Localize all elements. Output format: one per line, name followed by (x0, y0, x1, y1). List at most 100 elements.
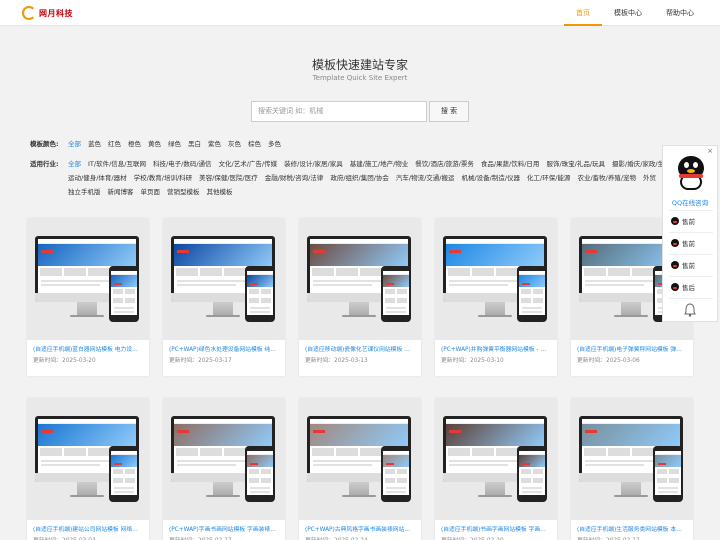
template-preview-image[interactable] (299, 398, 421, 520)
template-card[interactable]: (自适应手机端)建站公司网站模板 网络科技更新时间：2025-03-03 (27, 398, 149, 540)
industry-filter-option[interactable]: 科技/电子/数码/通信 (153, 157, 212, 171)
logo-swirl-icon (22, 6, 36, 20)
industry-filter-option[interactable]: 文化/艺术/广告/传媒 (219, 157, 278, 171)
template-card[interactable]: (自适应手机端)蓝白器网站模板 电力设备网站源码 更新时间：2025-03-20 (27, 218, 149, 376)
color-filter-option[interactable]: 黑白 (188, 137, 201, 151)
nav-help[interactable]: 帮助中心 (654, 0, 706, 26)
industry-filter-option[interactable]: 营销型模板 (167, 185, 200, 199)
mobile-mockup (245, 266, 275, 322)
template-preview-image[interactable] (571, 398, 693, 520)
color-filter-option[interactable]: 棕色 (248, 137, 261, 151)
color-filter-option[interactable]: 黄色 (148, 137, 161, 151)
qq-penguin-icon[interactable] (675, 156, 707, 192)
template-preview-image[interactable] (163, 218, 285, 340)
color-filter-option[interactable]: 灰色 (228, 137, 241, 151)
template-date: 更新时间：2025-03-10 (441, 358, 504, 364)
color-filter-option[interactable]: 红色 (108, 137, 121, 151)
color-filter-option[interactable]: 橙色 (128, 137, 141, 151)
industry-filter-option[interactable]: 政府/组织/集团/协会 (330, 171, 389, 185)
template-date: 更新时间：2025-03-03 (27, 535, 149, 540)
template-date: 更新时间：2025-02-27 (163, 535, 285, 540)
industry-filter-option[interactable]: 餐饮/酒店/旅游/票务 (415, 157, 474, 171)
industry-filter-option[interactable]: 学校/教育/培训/科研 (134, 171, 193, 185)
industry-filter-option[interactable]: 新闻博客 (108, 185, 134, 199)
template-date: 更新时间：2025-02-20 (435, 535, 557, 540)
template-title[interactable]: (自适应手机端)建站公司网站模板 网络科技 (27, 520, 149, 535)
mobile-mockup (245, 446, 275, 502)
qq-avatar-icon (671, 217, 679, 225)
industry-filter-option[interactable]: 食品/果蔬/饮料/日用 (481, 157, 540, 171)
template-title[interactable]: (自适应手机端)蓝白器网站模板 电力设备网站源码 (27, 340, 149, 355)
template-card[interactable]: (PC+WAP)并购弹簧平衡器网站模板 - 机械设备更新时间：2025-03-1… (435, 218, 557, 376)
template-title[interactable]: (PC+WAP)字画书画网站模板 字画装裱网站源码 (163, 520, 285, 535)
industry-filter-option[interactable]: 农业/畜牧/养殖/宠物 (577, 171, 636, 185)
site-logo[interactable]: 网月科技 (22, 4, 73, 22)
template-title[interactable]: (自适应手机端)电子弹簧秤网站模板 弹簧科技 (571, 340, 693, 355)
industry-filter-label: 适用行业: (30, 160, 59, 168)
industry-filter-option[interactable]: 汽车/物流/交通/搬运 (396, 171, 455, 185)
presale-contact-1[interactable]: 售前 (671, 214, 711, 228)
template-preview-image[interactable] (435, 218, 557, 340)
template-card[interactable]: (PC+WAP)绿色水处理设备网站模板 纯净水设备网站更新时间：2025-03-… (163, 218, 285, 376)
template-title[interactable]: (自适应移动端)瓷像化艺课仪网站模板 文化传媒 (299, 340, 421, 355)
template-preview-image[interactable] (299, 218, 421, 340)
industry-filter-option[interactable]: 全部 (68, 157, 81, 171)
industry-filter-option[interactable]: 装修/设计/家居/家具 (284, 157, 343, 171)
industry-filter-options: 全部 IT/软件/信息/互联网 科技/电子/数码/通信 文化/艺术/广告/传媒 装修/设… (68, 157, 700, 199)
industry-filter-option[interactable]: 服饰/珠宝/礼品/玩具 (546, 157, 605, 171)
industry-filter-option[interactable]: 单页面 (141, 185, 161, 199)
industry-filter-option[interactable]: 金融/财税/咨询/法律 (265, 171, 324, 185)
template-title[interactable]: (自适应手机端)书画字画网站模板 字画装裱 (435, 520, 557, 535)
template-title[interactable]: (PC+WAP)绿色水处理设备网站模板 纯净水设备网站 (163, 340, 285, 355)
mobile-mockup (517, 446, 547, 502)
template-card[interactable]: (自适应手机端)生活服务类网站模板 本地服务更新时间：2025-02-17 (571, 398, 693, 540)
industry-filter-option[interactable]: IT/软件/信息/互联网 (88, 157, 146, 171)
mobile-mockup (517, 266, 547, 322)
mobile-mockup (109, 266, 139, 322)
mobile-mockup (381, 446, 411, 502)
template-preview-image[interactable] (163, 398, 285, 520)
search-bar: 搜索关键词 如：机械 搜 索 (251, 101, 469, 122)
template-card[interactable]: (自适应移动端)瓷像化艺课仪网站模板 文化传媒 更新时间：2025-03-13 (299, 218, 421, 376)
close-icon[interactable]: × (707, 147, 713, 155)
industry-filter-option[interactable]: 机械/设备/制造/仪器 (461, 171, 520, 185)
template-preview-image[interactable] (27, 218, 149, 340)
presale-contact-2[interactable]: 售前 (671, 236, 711, 250)
template-card[interactable]: (PC+WAP)古典风格字画书画装裱网站模板更新时间：2025-02-24 (299, 398, 421, 540)
industry-filter-option[interactable]: 运动/健身/体育/器材 (68, 171, 127, 185)
qq-avatar-icon (671, 239, 679, 247)
color-filter-label: 模板颜色: (30, 140, 59, 148)
template-preview-image[interactable] (435, 398, 557, 520)
template-title[interactable]: (自适应手机端)生活服务类网站模板 本地服务 (571, 520, 693, 535)
color-filter-option[interactable]: 多色 (268, 137, 281, 151)
main-nav: 首页 模板中心 帮助中心 (564, 0, 706, 26)
nav-templates[interactable]: 模板中心 (602, 0, 654, 26)
industry-filter-option[interactable]: 其他模板 (207, 185, 233, 199)
bell-icon[interactable] (663, 298, 717, 322)
industry-filter-option[interactable]: 基建/施工/地产/物业 (350, 157, 409, 171)
industry-filter-option[interactable]: 外贸 (643, 171, 656, 185)
template-title[interactable]: (PC+WAP)并购弹簧平衡器网站模板 - 机械设备 (435, 340, 557, 355)
template-card[interactable]: (自适应手机端)书画字画网站模板 字画装裱更新时间：2025-02-20 (435, 398, 557, 540)
template-card[interactable]: (PC+WAP)字画书画网站模板 字画装裱网站源码更新时间：2025-02-27 (163, 398, 285, 540)
top-header: 网月科技 首页 模板中心 帮助中心 (0, 0, 720, 26)
industry-filter-option[interactable]: 美容/保健/医院/医疗 (199, 171, 258, 185)
template-title[interactable]: (PC+WAP)古典风格字画书画装裱网站模板 (299, 520, 421, 535)
template-date: 更新时间：2025-03-17 (169, 358, 232, 364)
page-title: 模板快速建站专家 (311, 58, 408, 72)
nav-home[interactable]: 首页 (564, 0, 602, 26)
presale-contact-3[interactable]: 售前 (671, 258, 711, 272)
color-filter-option[interactable]: 紫色 (208, 137, 221, 151)
industry-filter-option[interactable]: 独立手机版 (68, 185, 101, 199)
mobile-mockup (109, 446, 139, 502)
page-subtitle: Template Quick Site Expert (312, 74, 408, 82)
color-filter-option[interactable]: 绿色 (168, 137, 181, 151)
template-preview-image[interactable] (27, 398, 149, 520)
search-input[interactable]: 搜索关键词 如：机械 (251, 101, 427, 122)
search-button[interactable]: 搜 索 (429, 101, 469, 122)
color-filter-option[interactable]: 蓝色 (88, 137, 101, 151)
industry-filter-option[interactable]: 化工/环保/能源 (527, 171, 570, 185)
aftersale-contact[interactable]: 售后 (671, 280, 711, 294)
qq-consult-link[interactable]: QQ在线咨询 (663, 197, 717, 207)
color-filter-option[interactable]: 全部 (68, 137, 81, 151)
